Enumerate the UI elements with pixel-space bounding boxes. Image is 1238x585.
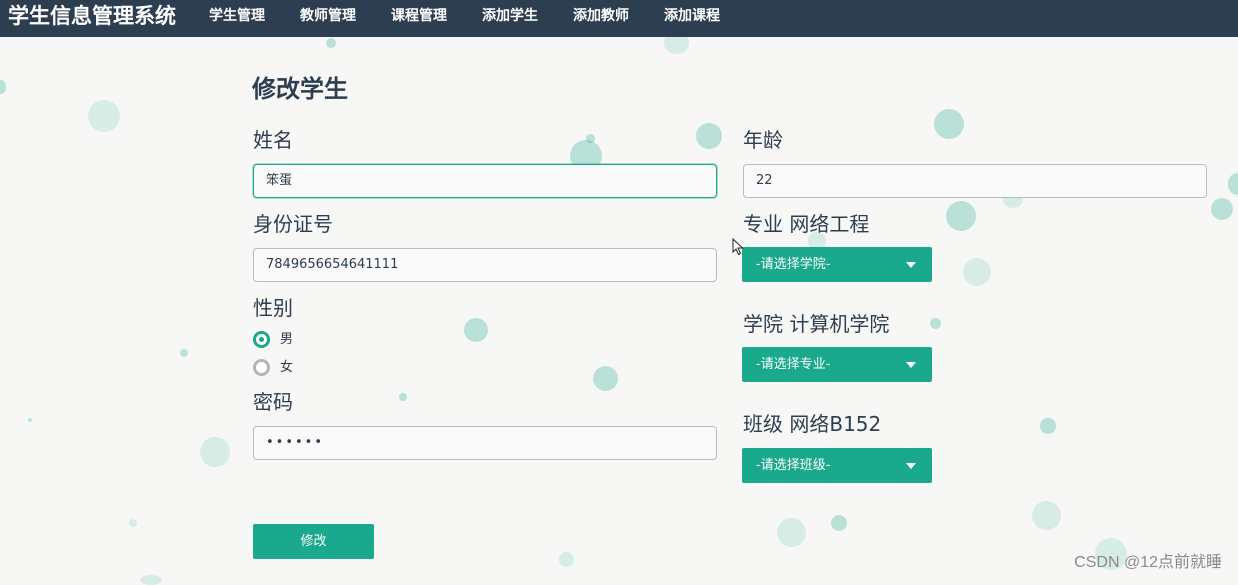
nav-item-course-management[interactable]: 课程管理 <box>391 8 447 24</box>
nav-item-add-student[interactable]: 添加学生 <box>482 8 538 24</box>
class-select-text: -请选择班级- <box>756 458 831 473</box>
nav-item-add-course[interactable]: 添加课程 <box>664 8 720 24</box>
major-select-text: -请选择专业- <box>756 357 831 372</box>
edit-student-form: 修改学生 姓名 笨蛋 身份证号 7849656654641111 性别 男 女 … <box>0 0 1238 581</box>
gender-male-label: 男 <box>280 332 294 347</box>
nav-item-teacher-management[interactable]: 教师管理 <box>300 8 356 24</box>
radio-unchecked-icon[interactable] <box>253 359 270 376</box>
major-select[interactable]: -请选择专业- <box>742 347 932 382</box>
watermark: CSDN @12点前就睡 <box>1074 554 1222 571</box>
id-card-label: 身份证号 <box>253 212 333 236</box>
age-label: 年龄 <box>743 128 783 152</box>
college-select-text: -请选择学院- <box>756 257 831 272</box>
id-card-input[interactable]: 7849656654641111 <box>253 248 717 282</box>
college-label: 学院 计算机学院 <box>743 312 890 336</box>
gender-female-label: 女 <box>280 360 294 375</box>
submit-button[interactable]: 修改 <box>253 524 374 559</box>
college-select[interactable]: -请选择学院- <box>742 247 932 282</box>
chevron-down-icon <box>906 463 916 469</box>
top-navbar: 学生信息管理系统 学生管理 教师管理 课程管理 添加学生 添加教师 添加课程 <box>0 0 1238 37</box>
mouse-cursor-icon <box>732 238 744 256</box>
nav-item-student-management[interactable]: 学生管理 <box>209 8 265 24</box>
age-input[interactable]: 22 <box>743 164 1207 198</box>
brand-title[interactable]: 学生信息管理系统 <box>8 3 176 29</box>
page-title: 修改学生 <box>252 75 348 103</box>
name-label: 姓名 <box>253 128 293 152</box>
chevron-down-icon <box>906 262 916 268</box>
gender-label: 性别 <box>253 296 293 320</box>
radio-checked-icon[interactable] <box>253 331 270 348</box>
major-label: 专业 网络工程 <box>743 212 870 236</box>
chevron-down-icon <box>906 362 916 368</box>
password-label: 密码 <box>253 390 293 414</box>
name-input[interactable]: 笨蛋 <box>253 164 717 198</box>
class-label: 班级 网络B152 <box>743 412 882 436</box>
password-input[interactable]: •••••• <box>253 426 717 460</box>
nav-item-add-teacher[interactable]: 添加教师 <box>573 8 629 24</box>
class-select[interactable]: -请选择班级- <box>742 448 932 483</box>
